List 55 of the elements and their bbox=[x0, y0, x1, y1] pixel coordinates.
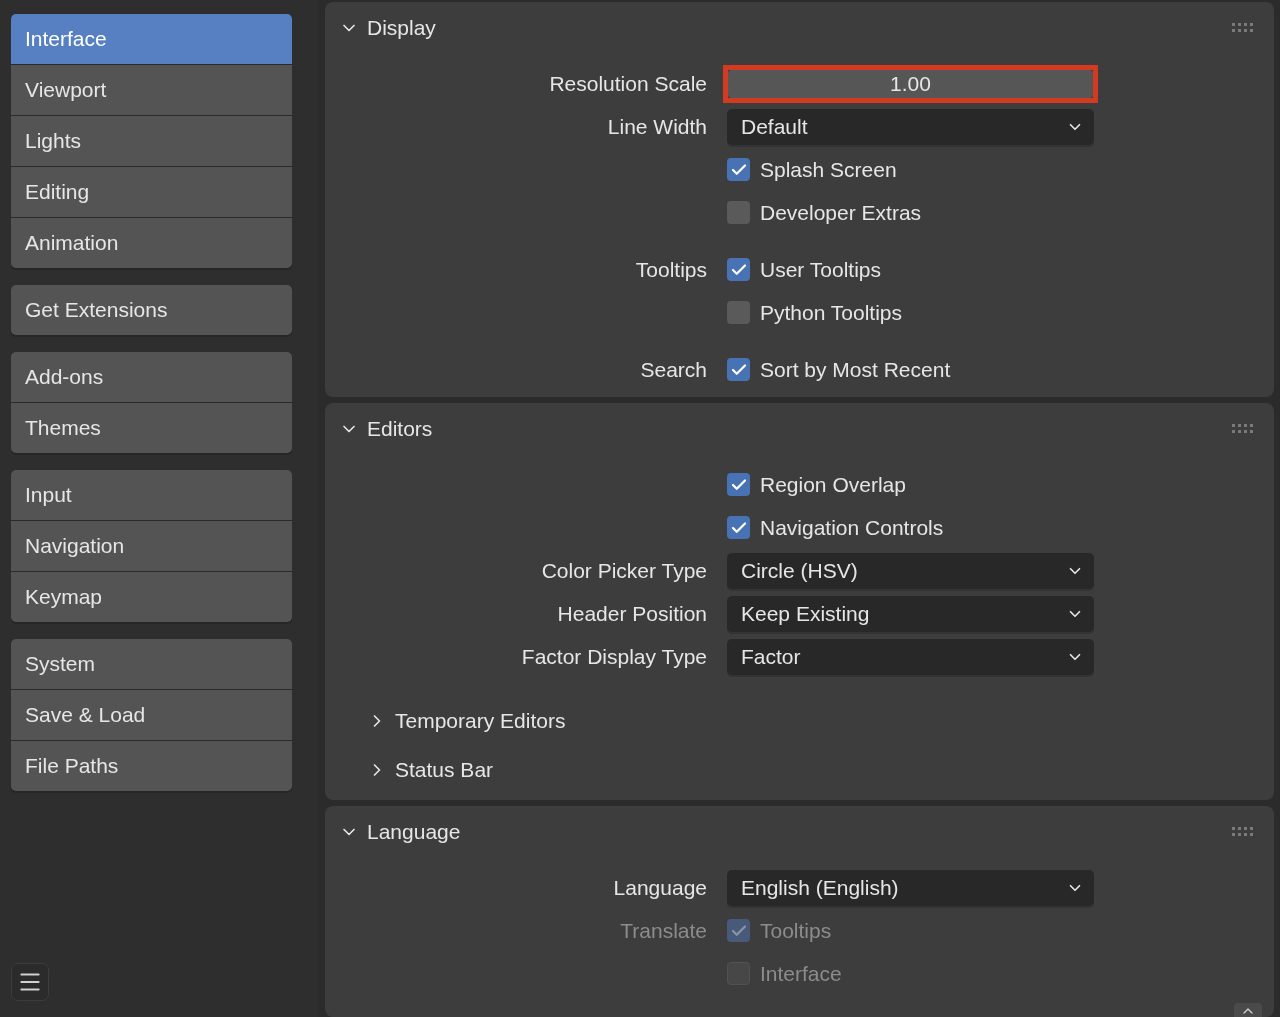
checkbox[interactable] bbox=[727, 358, 750, 381]
panel-header[interactable]: Language bbox=[339, 816, 461, 848]
panel-header[interactable]: Display bbox=[339, 12, 436, 44]
checkbox[interactable] bbox=[727, 301, 750, 324]
dropdown[interactable]: Circle (HSV) bbox=[727, 552, 1094, 589]
dropdown[interactable]: English (English) bbox=[727, 869, 1094, 906]
checkbox[interactable] bbox=[727, 158, 750, 181]
sidebar-item[interactable]: System bbox=[11, 639, 292, 689]
sidebar-item[interactable]: Interface bbox=[11, 14, 292, 64]
dropdown[interactable]: Factor bbox=[727, 638, 1094, 675]
checkbox[interactable] bbox=[727, 516, 750, 539]
sidebar-item[interactable]: Save & Load bbox=[11, 690, 292, 740]
drag-handle-icon[interactable] bbox=[1232, 827, 1254, 837]
sidebar-item[interactable]: Input bbox=[11, 470, 292, 520]
field-label: Search bbox=[640, 356, 707, 383]
checkbox-label: Developer Extras bbox=[760, 199, 922, 226]
field-label: Color Picker Type bbox=[541, 557, 707, 584]
checkbox[interactable] bbox=[727, 258, 750, 281]
checkbox-label: Sort by Most Recent bbox=[760, 356, 951, 383]
checkbox-label: Interface bbox=[760, 960, 842, 987]
dropdown[interactable]: Keep Existing bbox=[727, 595, 1094, 632]
checkbox-label: Python Tooltips bbox=[760, 299, 903, 326]
field-label: Line Width bbox=[607, 113, 707, 140]
field-label: Factor Display Type bbox=[521, 643, 707, 670]
field-label: Language bbox=[613, 874, 707, 901]
subpanel-header[interactable]: Status Bar bbox=[367, 745, 494, 794]
sidebar-item[interactable]: Animation bbox=[11, 218, 292, 268]
field-label: Resolution Scale bbox=[549, 70, 707, 97]
sidebar-item[interactable]: Get Extensions bbox=[11, 285, 292, 335]
sidebar-item[interactable]: Themes bbox=[11, 403, 292, 453]
drag-handle-icon[interactable] bbox=[1232, 23, 1254, 33]
sidebar-item[interactable]: Editing bbox=[11, 167, 292, 217]
checkbox-label: Region Overlap bbox=[760, 471, 906, 498]
dropdown[interactable]: Default bbox=[727, 108, 1094, 145]
sidebar-item[interactable]: Viewport bbox=[11, 65, 292, 115]
number-field[interactable]: 1.00 bbox=[728, 69, 1093, 98]
checkbox-label: User Tooltips bbox=[760, 256, 881, 283]
field-label: Translate bbox=[620, 917, 707, 944]
checkbox-label: Tooltips bbox=[760, 917, 832, 944]
sidebar-item[interactable]: File Paths bbox=[11, 741, 292, 791]
panel-header[interactable]: Editors bbox=[339, 413, 433, 445]
checkbox-label: Splash Screen bbox=[760, 156, 897, 183]
scroll-up-button[interactable] bbox=[1234, 1003, 1262, 1017]
checkbox[interactable] bbox=[727, 473, 750, 496]
sidebar-item[interactable]: Navigation bbox=[11, 521, 292, 571]
sidebar-item[interactable]: Add-ons bbox=[11, 352, 292, 402]
subpanel-header[interactable]: Temporary Editors bbox=[367, 696, 566, 745]
sidebar-item[interactable]: Keymap bbox=[11, 572, 292, 622]
drag-handle-icon[interactable] bbox=[1232, 424, 1254, 434]
checkbox-label: Navigation Controls bbox=[760, 514, 944, 541]
field-label: Header Position bbox=[557, 600, 707, 627]
field-label: Tooltips bbox=[635, 256, 707, 283]
menu-button[interactable] bbox=[11, 963, 49, 1001]
sidebar-item[interactable]: Lights bbox=[11, 116, 292, 166]
checkbox[interactable] bbox=[727, 201, 750, 224]
